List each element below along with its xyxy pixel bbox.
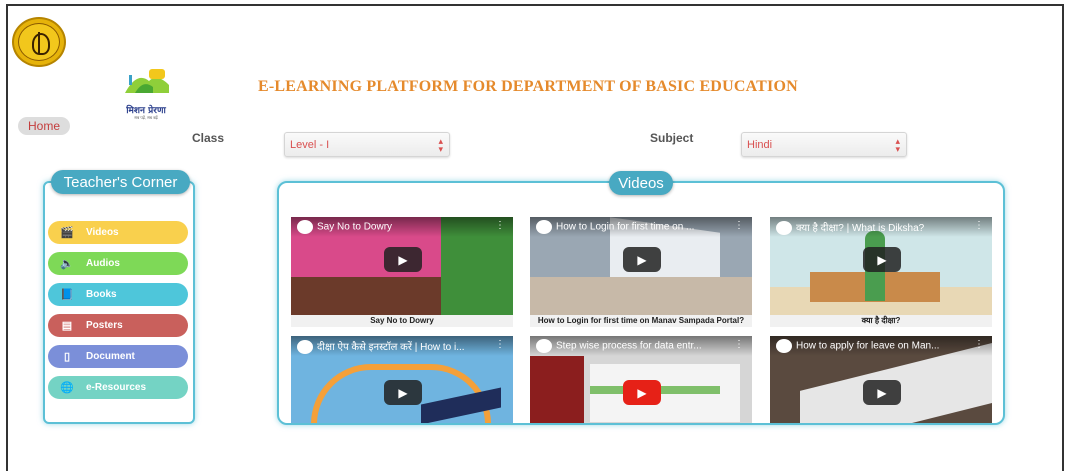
menu-item-document[interactable]: ▯ Document [48, 345, 188, 368]
video-caption: क्या है दीक्षा? [770, 315, 992, 327]
home-button[interactable]: Home [18, 117, 70, 135]
video-thumbnail[interactable]: How to apply for leave on Man... ⋮ ▶ [770, 336, 992, 423]
teachers-corner-title: Teacher's Corner [51, 170, 190, 194]
play-icon[interactable]: ▶ [384, 380, 422, 405]
video-card[interactable]: Step wise process for data entr... ⋮ ▶ [530, 336, 752, 423]
clapperboard-icon: 🎬 [60, 227, 74, 239]
mission-prerna-logo: मिशन प्रेरणा सब पढ़ें, सब बढ़ें [115, 65, 177, 123]
menu-item-label: Videos [86, 227, 119, 238]
menu-item-e-resources[interactable]: 🌐 e-Resources [48, 376, 188, 399]
video-thumbnail[interactable]: How to Login for first time on ... ⋮ ▶ [530, 217, 752, 315]
video-overlay-title: Say No to Dowry ⋮ [291, 217, 513, 237]
globe-icon: 🌐 [60, 382, 74, 394]
video-caption: How to Login for first time on Manav Sam… [530, 315, 752, 327]
video-card[interactable]: दीक्षा ऐप कैसे इनस्टॉल करें | How to i..… [291, 336, 513, 423]
video-overlay-title: How to apply for leave on Man... ⋮ [770, 336, 992, 356]
videos-title: Videos [609, 171, 673, 195]
video-overlay-title: दीक्षा ऐप कैसे इनस्टॉल करें | How to i..… [291, 336, 513, 356]
video-thumbnail[interactable]: दीक्षा ऐप कैसे इनस्टॉल करें | How to i..… [291, 336, 513, 423]
subject-select-value: Hindi [747, 139, 773, 151]
menu-item-videos[interactable]: 🎬 Videos [48, 221, 188, 244]
play-icon[interactable]: ▶ [623, 247, 661, 272]
document-icon: ▯ [63, 351, 71, 363]
menu-item-posters[interactable]: ▤ Posters [48, 314, 188, 337]
play-icon[interactable]: ▶ [384, 247, 422, 272]
video-overlay-title: क्या है दीक्षा? | What is Diksha? ⋮ [770, 217, 992, 237]
select-arrows-icon: ▴ ▾ [895, 136, 900, 154]
subject-label: Subject [650, 131, 694, 145]
mission-logo-graphic [125, 69, 169, 93]
video-card[interactable]: How to apply for leave on Man... ⋮ ▶ [770, 336, 992, 423]
video-card[interactable]: क्या है दीक्षा? | What is Diksha? ⋮ ▶ क्य… [770, 217, 992, 327]
menu-item-label: Audios [86, 258, 120, 269]
play-icon[interactable]: ▶ [863, 247, 901, 272]
mission-logo-tagline: सब पढ़ें, सब बढ़ें [134, 115, 158, 120]
book-icon: 📘 [60, 289, 74, 301]
speaker-icon: 🔈 [60, 258, 74, 270]
video-card[interactable]: Say No to Dowry ⋮ ▶ Say No to Dowry [291, 217, 513, 327]
menu-item-label: e-Resources [86, 382, 147, 393]
video-overlay-title: Step wise process for data entr... ⋮ [530, 336, 752, 356]
video-thumbnail[interactable]: क्या है दीक्षा? | What is Diksha? ⋮ ▶ [770, 217, 992, 315]
menu-item-label: Books [86, 289, 117, 300]
page-title: E-LEARNING PLATFORM FOR DEPARTMENT OF BA… [258, 78, 798, 95]
video-thumbnail[interactable]: Say No to Dowry ⋮ ▶ [291, 217, 513, 315]
menu-item-books[interactable]: 📘 Books [48, 283, 188, 306]
state-emblem-logo [12, 17, 66, 67]
play-icon[interactable]: ▶ [623, 380, 661, 405]
video-card[interactable]: How to Login for first time on ... ⋮ ▶ Ho… [530, 217, 752, 327]
menu-item-audios[interactable]: 🔈 Audios [48, 252, 188, 275]
class-select-value: Level - I [290, 139, 330, 151]
video-caption: Say No to Dowry [291, 315, 513, 327]
subject-select[interactable]: Hindi ▴ ▾ [741, 132, 907, 157]
video-thumbnail[interactable]: Step wise process for data entr... ⋮ ▶ [530, 336, 752, 423]
class-label: Class [192, 131, 225, 145]
play-icon[interactable]: ▶ [863, 380, 901, 405]
menu-item-label: Document [86, 351, 135, 362]
menu-item-label: Posters [86, 320, 123, 331]
class-select[interactable]: Level - I ▴ ▾ [284, 132, 450, 157]
video-overlay-title: How to Login for first time on ... ⋮ [530, 217, 752, 237]
poster-icon: ▤ [61, 320, 73, 332]
select-arrows-icon: ▴ ▾ [438, 136, 443, 154]
